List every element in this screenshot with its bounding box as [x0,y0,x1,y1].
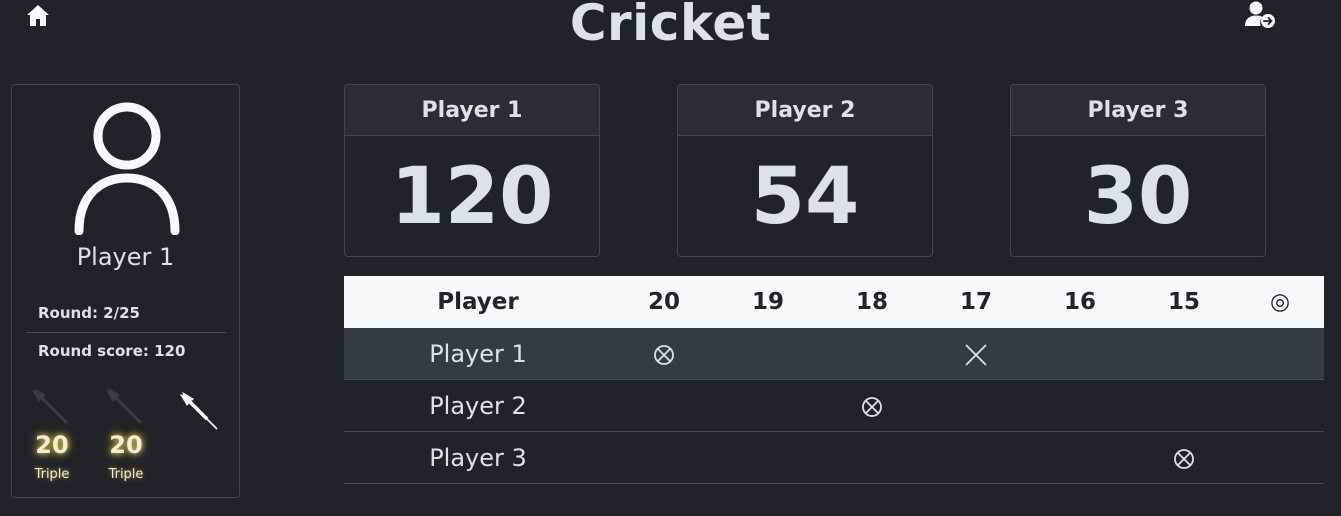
user-switch-icon [1245,1,1275,28]
mark-cell [1028,328,1132,380]
mark-cell [1236,379,1324,432]
column-header-15: 15 [1132,276,1236,328]
round-label: Round: 2/25 [38,304,140,322]
cricket-scoreboard-table: Player 20 19 18 17 16 15 ◎ Player 1 Playe… [344,276,1324,484]
page-title: Cricket [569,0,772,52]
closed-mark-icon [654,344,674,365]
dart-2-multiplier: Triple [108,467,144,482]
column-header-18: 18 [820,276,924,328]
mark-cell [1132,379,1236,432]
mark-cell [1132,328,1236,380]
score-card-name: Player 1 [345,85,599,136]
mark-cell [924,431,1028,484]
mark-cell [820,328,924,380]
column-header-19: 19 [716,276,820,328]
two-marks-icon [965,343,987,366]
mark-cell [716,328,820,380]
mark-cell [820,431,924,484]
current-player-name: Player 1 [76,243,175,271]
table-row: Player 1 [344,328,1324,380]
switch-user-button[interactable] [1243,0,1277,32]
row-player-name: Player 3 [344,431,612,484]
bullseye-icon: ◎ [1236,276,1324,328]
table-row: Player 3 [344,431,1324,484]
column-header-20: 20 [612,276,716,328]
dart-1-score: 20 [35,431,69,459]
dart-1-multiplier: Triple [34,467,70,482]
mark-cell [924,328,1028,380]
score-card-player-3: Player 3 30 [1010,84,1266,257]
column-header-17: 17 [924,276,1028,328]
table-header-row: Player 20 19 18 17 16 15 ◎ [344,276,1324,328]
cricket-screen: Cricket Player 1 Round: 2/25 Round score… [0,0,1341,516]
score-card-score: 120 [390,152,554,242]
current-player-panel: Player 1 Round: 2/25 Round score: 120 20… [11,84,240,498]
mark-cell [820,379,924,432]
column-header-16: 16 [1028,276,1132,328]
column-header-player: Player [344,276,612,328]
mark-cell [716,379,820,432]
mark-cell [612,328,716,380]
mark-cell [924,379,1028,432]
dart-thrown-icon [105,387,143,425]
mark-cell [1132,431,1236,484]
score-card-player-1: Player 1 120 [344,84,600,257]
row-player-name: Player 1 [344,328,612,380]
score-card-name: Player 2 [678,85,932,136]
table-row: Player 2 [344,379,1324,432]
closed-mark-icon [862,396,882,417]
closed-mark-icon [1174,448,1194,469]
score-card-score: 30 [1083,152,1193,242]
score-card-player-2: Player 2 54 [677,84,933,257]
mark-cell [612,379,716,432]
score-card-score: 54 [750,152,860,242]
divider [26,332,226,333]
mark-cell [612,431,716,484]
avatar-icon [74,102,180,235]
mark-cell [1028,431,1132,484]
mark-cell [716,431,820,484]
dart-thrown-icon [31,387,69,425]
mark-cell [1028,379,1132,432]
row-player-name: Player 2 [344,379,612,432]
score-card-name: Player 3 [1011,85,1265,136]
round-score-label: Round score: 120 [38,342,186,360]
mark-cell [1236,431,1324,484]
dart-2-score: 20 [109,431,143,459]
dart-remaining-icon [179,391,218,430]
mark-cell [1236,328,1324,380]
